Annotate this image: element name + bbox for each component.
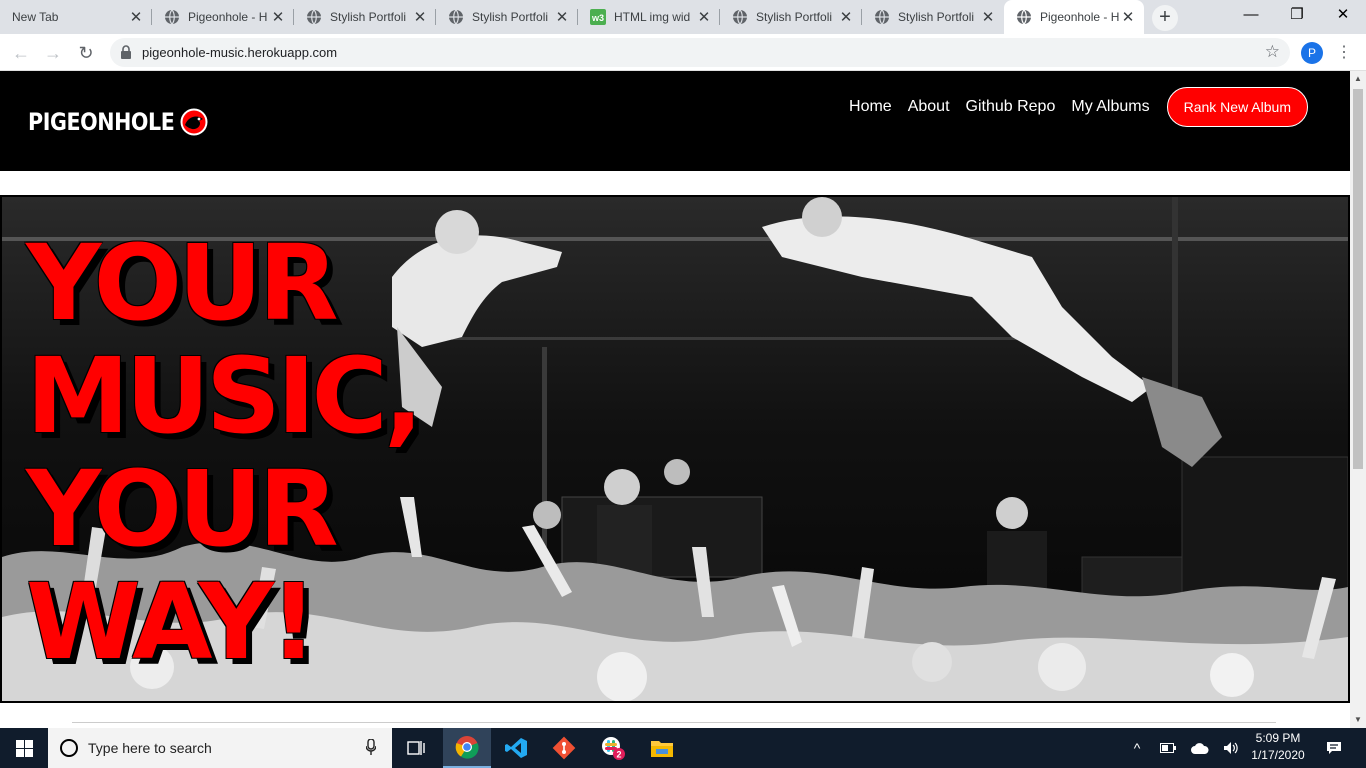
tab-title: Stylish Portfoli [472, 10, 549, 24]
page-scrollbar[interactable]: ▲ ▼ [1350, 71, 1366, 728]
logo-text: PIGEONHOLE [28, 108, 175, 136]
chrome-icon[interactable] [443, 728, 491, 768]
new-tab-button[interactable]: + [1152, 5, 1178, 31]
tab-close-icon[interactable]: ✕ [270, 8, 286, 26]
search-icon [60, 739, 78, 757]
browser-tab[interactable]: New Tab ✕ [0, 0, 152, 34]
microphone-icon[interactable] [366, 739, 376, 755]
globe-icon [733, 9, 747, 25]
hero-line: WAY! [26, 561, 317, 683]
pigeon-logo-icon [180, 108, 208, 136]
w3schools-icon: w3 [590, 9, 606, 25]
browser-tab[interactable]: Stylish Portfoli ✕ [720, 0, 862, 34]
tab-title: Pigeonhole - H [1040, 10, 1120, 24]
nav-link-home[interactable]: Home [849, 98, 892, 116]
start-button[interactable] [0, 728, 48, 768]
tab-title: Stylish Portfoli [330, 10, 407, 24]
globe-icon [875, 9, 889, 25]
globe-icon [449, 9, 463, 25]
tray-overflow-icon[interactable]: ^ [1128, 728, 1146, 768]
nav-link-github-repo[interactable]: Github Repo [966, 98, 1056, 116]
system-clock[interactable]: 5:09 PM 1/17/2020 [1243, 730, 1313, 764]
scroll-down-arrow-icon[interactable]: ▼ [1350, 712, 1366, 728]
site-navbar: PIGEONHOLE Home About Github Repo My Alb… [0, 71, 1350, 171]
browser-tabstrip: New Tab ✕ Pigeonhole - H ✕ Stylish Portf… [0, 0, 1366, 34]
rank-new-album-button[interactable]: Rank New Album [1166, 87, 1308, 127]
search-placeholder: Type here to search [88, 740, 212, 756]
browser-menu-icon[interactable]: ⋮ [1336, 40, 1352, 66]
nav-link-about[interactable]: About [908, 98, 950, 116]
slack-badge: 2 [617, 750, 622, 760]
globe-icon [307, 9, 321, 25]
browser-tab-active[interactable]: Pigeonhole - H ✕ [1004, 0, 1144, 34]
onedrive-cloud-icon[interactable] [1188, 728, 1212, 768]
nav-links: Home About Github Repo My Albums Rank Ne… [849, 87, 1308, 127]
hero-line: YOUR [26, 448, 339, 570]
url-text: pigeonhole-music.herokuapp.com [142, 45, 338, 60]
close-window-button[interactable]: ✕ [1320, 0, 1366, 32]
section-divider [72, 722, 1276, 723]
hero-banner: YOUR MUSIC, YOUR WAY! [0, 195, 1350, 703]
hero-line: MUSIC, [26, 335, 423, 457]
hero-headline: YOUR MUSIC, YOUR WAY! [26, 227, 546, 679]
browser-toolbar: ← → ↻ pigeonhole-music.herokuapp.com ☆ P… [0, 34, 1366, 71]
back-button[interactable]: ← [8, 40, 34, 66]
tab-title: Stylish Portfoli [756, 10, 833, 24]
clock-date: 1/17/2020 [1251, 748, 1305, 762]
tab-title: Stylish Portfoli [898, 10, 975, 24]
tab-close-icon[interactable]: ✕ [554, 8, 570, 26]
tab-close-icon[interactable]: ✕ [128, 8, 144, 26]
nav-link-my-albums[interactable]: My Albums [1071, 98, 1149, 116]
clock-time: 5:09 PM [1255, 731, 1301, 745]
lock-icon [121, 45, 131, 59]
slack-icon[interactable]: 2 [589, 728, 637, 768]
scroll-thumb[interactable] [1353, 89, 1363, 469]
profile-avatar[interactable]: P [1301, 42, 1323, 64]
address-bar[interactable]: pigeonhole-music.herokuapp.com ☆ [110, 38, 1290, 67]
page-viewport: PIGEONHOLE Home About Github Repo My Alb… [0, 71, 1350, 728]
tab-title: Pigeonhole - H [188, 10, 268, 24]
browser-tab[interactable]: w3 HTML img wid ✕ [578, 0, 720, 34]
hero-line: YOUR [26, 222, 339, 344]
site-logo[interactable]: PIGEONHOLE [28, 106, 208, 138]
tab-close-icon[interactable]: ✕ [980, 8, 996, 26]
file-explorer-icon[interactable] [638, 728, 686, 768]
browser-tab[interactable]: Pigeonhole - H ✕ [152, 0, 294, 34]
reload-button[interactable]: ↻ [73, 40, 99, 66]
battery-icon[interactable] [1156, 728, 1180, 768]
bookmark-star-icon[interactable]: ☆ [1265, 42, 1280, 62]
tab-title: HTML img wid [614, 10, 691, 24]
browser-tab[interactable]: Stylish Portfoli ✕ [862, 0, 1004, 34]
scroll-up-arrow-icon[interactable]: ▲ [1350, 71, 1366, 87]
task-view-icon[interactable] [392, 728, 440, 768]
vscode-icon[interactable] [492, 728, 540, 768]
git-icon[interactable] [540, 728, 588, 768]
tab-title: New Tab [12, 10, 59, 24]
svg-text:w3: w3 [591, 13, 604, 23]
browser-tab[interactable]: Stylish Portfoli ✕ [436, 0, 578, 34]
tab-close-icon[interactable]: ✕ [412, 8, 428, 26]
windows-logo-icon [15, 739, 33, 757]
globe-icon [165, 9, 179, 25]
windows-taskbar: Type here to search 2 ^ 5:09 PM 1/17/202… [0, 728, 1366, 768]
minimize-button[interactable]: — [1228, 0, 1274, 32]
volume-icon[interactable] [1220, 728, 1244, 768]
tab-close-icon[interactable]: ✕ [838, 8, 854, 26]
tab-close-icon[interactable]: ✕ [1120, 8, 1136, 26]
tab-close-icon[interactable]: ✕ [696, 8, 712, 26]
taskbar-search-box[interactable]: Type here to search [48, 728, 392, 768]
globe-icon [1017, 9, 1031, 25]
maximize-button[interactable]: ❐ [1274, 0, 1320, 32]
forward-button[interactable]: → [40, 40, 66, 66]
browser-tab[interactable]: Stylish Portfoli ✕ [294, 0, 436, 34]
action-center-icon[interactable] [1318, 728, 1350, 768]
